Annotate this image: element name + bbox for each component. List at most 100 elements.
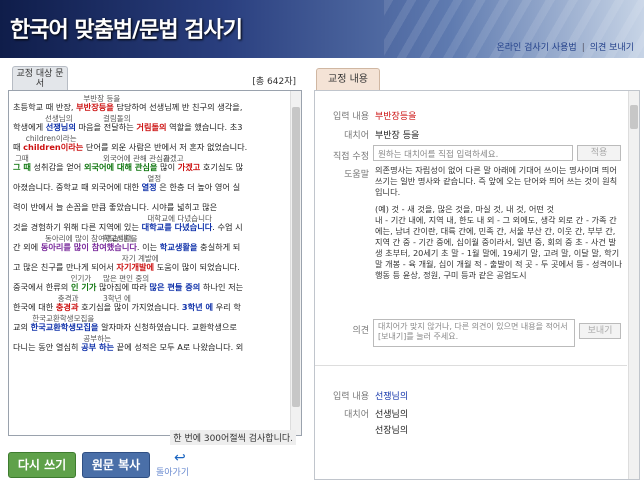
apply-button[interactable]: 적용 [577,145,621,161]
manual-label: 직접 수정 [333,152,369,162]
source-text-line: 충격과 3학년 에 한국에 대한 충경과 호기심을 많이 가지었습니다. 3학년 에… [13,294,289,315]
correction-annotation: 자기 계발에 [121,254,159,263]
help-text-1: 의존명사는 자립성이 없어 다른 말 아래에 기대어 쓰이는 명사이며 띄어쓰기… [375,165,618,197]
error-highlight[interactable]: 거림돌의 [136,122,166,132]
source-text-segment: 중국에서 한류의 [13,282,71,292]
source-text-line: 대학교에 다녔습니다 것을 경험하기 위해 다른 지역에 있는 대학교를 다녔습니… [13,214,289,235]
error-highlight[interactable]: 학교생활을 [160,242,198,252]
link-separator: | [581,43,585,53]
suggest-value-1[interactable]: 선생님의 [375,407,408,420]
correction-annotation: 많은 편인 중의 [103,274,150,283]
source-text-content: 부반장 등을 초등학교 때 반장, 부반장등을 담당하여 선생님께 반 친구의 생… [13,94,289,355]
corrections-tab[interactable]: 교정 내용 [316,68,380,90]
source-text-segment: 한국에 대한 [13,302,56,312]
source-text-segment: 은 한층 더 높아 영어 실 [156,182,241,192]
source-text-segment: 아졌습니다. 중학교 때 외국어에 대한 [13,182,142,192]
opinion-label: 의견 [352,326,369,336]
opinion-textarea[interactable]: 대치어가 맞지 않거나, 다른 의견이 있으면 내용을 적어서 [보내기]를 눌… [373,319,575,347]
entry-divider [315,365,627,366]
source-text-segment: 우리 학 [213,302,241,312]
correction-annotation: 걸림돌의 [103,114,131,123]
error-highlight[interactable]: 많은 편들 중의 [149,282,200,292]
correction-annotation: 한국교환학생모집을 [32,314,95,323]
correction-annotation: 외국어에 관해 관심을 [103,154,170,163]
back-label: 돌아가기 [156,468,190,478]
retry-button[interactable]: 다시 쓰기 [8,452,76,478]
manual-input[interactable]: 원하는 대치어를 직접 입력하세요. [373,145,573,161]
source-text-segment: 초등학교 때 반장, [13,102,77,112]
source-text-line: 열정 아졌습니다. 중학교 때 외국어에 대한 열정 은 한층 더 높아 영어 실 [13,174,289,195]
source-text-segment: 끝에 성적은 모두 A로 나왔습니다. 외 [114,342,244,352]
input-label: 입력 내용 [333,112,369,122]
app-title: 한국어 맞춤법/문법 검사기 [10,18,243,43]
correction-annotation: 인기가 [70,274,92,283]
source-document-tab[interactable]: 교정 대상 문서 [12,66,68,90]
source-text-segment: 담당하여 선생님께 반 친구의 생각을, [113,102,243,112]
back-arrow-icon: ↩ [174,450,186,466]
char-count: [총 642자] [252,77,296,87]
source-text-line: 공부하는 다니는 동안 열심히 공부 하는 끝에 성적은 모두 A로 나왔습니다.… [13,334,289,355]
feedback-link[interactable]: 의견 보내기 [590,43,634,53]
source-text-segment: 하나인 저는 [200,282,244,292]
help-text: 의존명사는 자립성이 없어 다른 말 아래에 기대어 쓰이는 명사이며 띄어쓰기… [375,165,623,281]
header-links: 온라인 검사기 사용법 | 의견 보내기 [496,40,634,53]
source-text-line: 동아리에 많이 참여했습니다 학교생활을 간 외에 동아리를 많이 참여했습니다. … [13,234,289,255]
correction-annotation: 선생님의 [45,114,73,123]
input-value: 선쟁님의 [375,392,409,402]
source-text-segment: 충실하게 되 [197,242,241,252]
scrollbar-thumb[interactable] [292,107,300,407]
error-highlight[interactable]: 3학년 에 [182,302,213,312]
correction-annotation: 열정 [147,174,162,183]
source-text-line: children이라는 때 children이라는 단어를 외운 사람은 반에서 … [13,134,289,155]
suggest-label: 대치어 [344,410,369,420]
source-text-line: 그때 외국어에 관해 관심을 가겠고 그 때 성취감을 얻어 외국어에 대해 관심을 … [13,154,289,175]
source-document-panel: 교정 대상 문서 [총 642자] 부반장 등을 초등학교 때 반장, 부반장등을… [8,66,302,448]
help-text-2: (예) 것 - 새 것을, 많은 것을, 마실 것, 내 것, 어떤 것 [375,204,555,214]
correction-annotation: 부반장 등을 [83,94,121,103]
source-text-segment: 단어를 외운 사람은 반에서 저 혼자 없었습니다. [83,142,248,152]
source-text-scrollbar[interactable] [290,91,301,435]
suggest-value[interactable]: 부반장 등을 [375,128,419,141]
scrollbar-thumb[interactable] [630,105,638,129]
correction-annotation: 충격과 [57,294,79,303]
source-text-segment: 호기심도 많 [200,162,244,172]
limit-note: 한 번에 300어절씩 검사합니다. [170,430,296,445]
corrections-scrollbar[interactable] [628,91,639,479]
source-text-segment: . 이는 [136,242,160,252]
source-text-area[interactable]: 부반장 등을 초등학교 때 반장, 부반장등을 담당하여 선생님께 반 친구의 생… [8,90,302,436]
source-text-segment: 알자마자 신청하였습니다. 교환학생으로 [98,322,237,332]
correction-annotation: 학교생활을 [103,234,138,243]
source-text-segment: 역할을 했습니다. 초3 [166,122,243,132]
usage-link[interactable]: 온라인 검사기 사용법 [496,43,576,53]
suggest-value-2[interactable]: 선장님의 [375,423,408,436]
correction-annotation: 3학년 에 [103,294,131,303]
source-text-segment: 다니는 동안 열심히 [13,342,82,352]
source-text-line: 자기 계발에 고 많은 친구를 만나게 되어서 자기개발에 도움이 많이 되었습니… [13,254,289,275]
source-text-segment: 력이 반에서 늘 손꼽을 만큼 좋았습니다. 시야를 넓히고 많은 [13,202,218,212]
input-label: 입력 내용 [333,392,369,402]
suggest-label: 대치어 [344,131,369,141]
copy-original-button[interactable]: 원문 복사 [82,452,150,478]
input-value: 부반장등을 [375,112,417,122]
correction-annotation: 공부하는 [83,334,111,343]
source-text-line: 부반장 등을 초등학교 때 반장, 부반장등을 담당하여 선생님께 반 친구의 생… [13,94,289,115]
source-text-line: 선생님의 걸림돌의 학생에게 선쟁님의 마음을 전달하는 거림돌의 역할을 했습니다… [13,114,289,135]
send-button[interactable]: 보내기 [579,323,621,339]
source-text-segment: 도움이 많이 되었습니다. [154,262,240,272]
source-text-segment: 것을 경험하기 위해 다른 지역에 있는 [13,222,142,232]
correction-annotation: children이라는 [25,134,77,143]
app-window: 한국어 맞춤법/문법 검사기 온라인 검사기 사용법 | 의견 보내기 교정 대상 … [0,0,644,480]
source-text-segment: 고 많은 친구를 만나게 되어서 [13,262,117,272]
source-text-line: 인기가 많은 편인 중의 중국에서 한류의 인 기가 많아짐에 따라 많은 편들 중… [13,274,289,295]
source-text-line: 력이 반에서 늘 손꼽을 만큼 좋았습니다. 시야를 넓히고 많은 [13,195,289,215]
help-label: 도움말 [344,170,369,180]
source-text-segment: 간 외에 [13,242,41,252]
back-link[interactable]: ↩ 돌아가기 [156,450,196,478]
source-text-segment: . 수업 시 [212,222,243,232]
help-text-3: 내 - 기간 내에, 지역 내, 한도 내 외 - 그 외에도, 생각 외로 간… [375,215,622,280]
source-text-segment: 학생에게 [13,122,46,132]
header-banner: 한국어 맞춤법/문법 검사기 온라인 검사기 사용법 | 의견 보내기 [0,0,644,58]
source-text-segment: 성취감을 얻어 [30,162,84,172]
correction-annotation: 가겠고 [163,154,184,163]
source-text-segment: 때 [13,142,24,152]
